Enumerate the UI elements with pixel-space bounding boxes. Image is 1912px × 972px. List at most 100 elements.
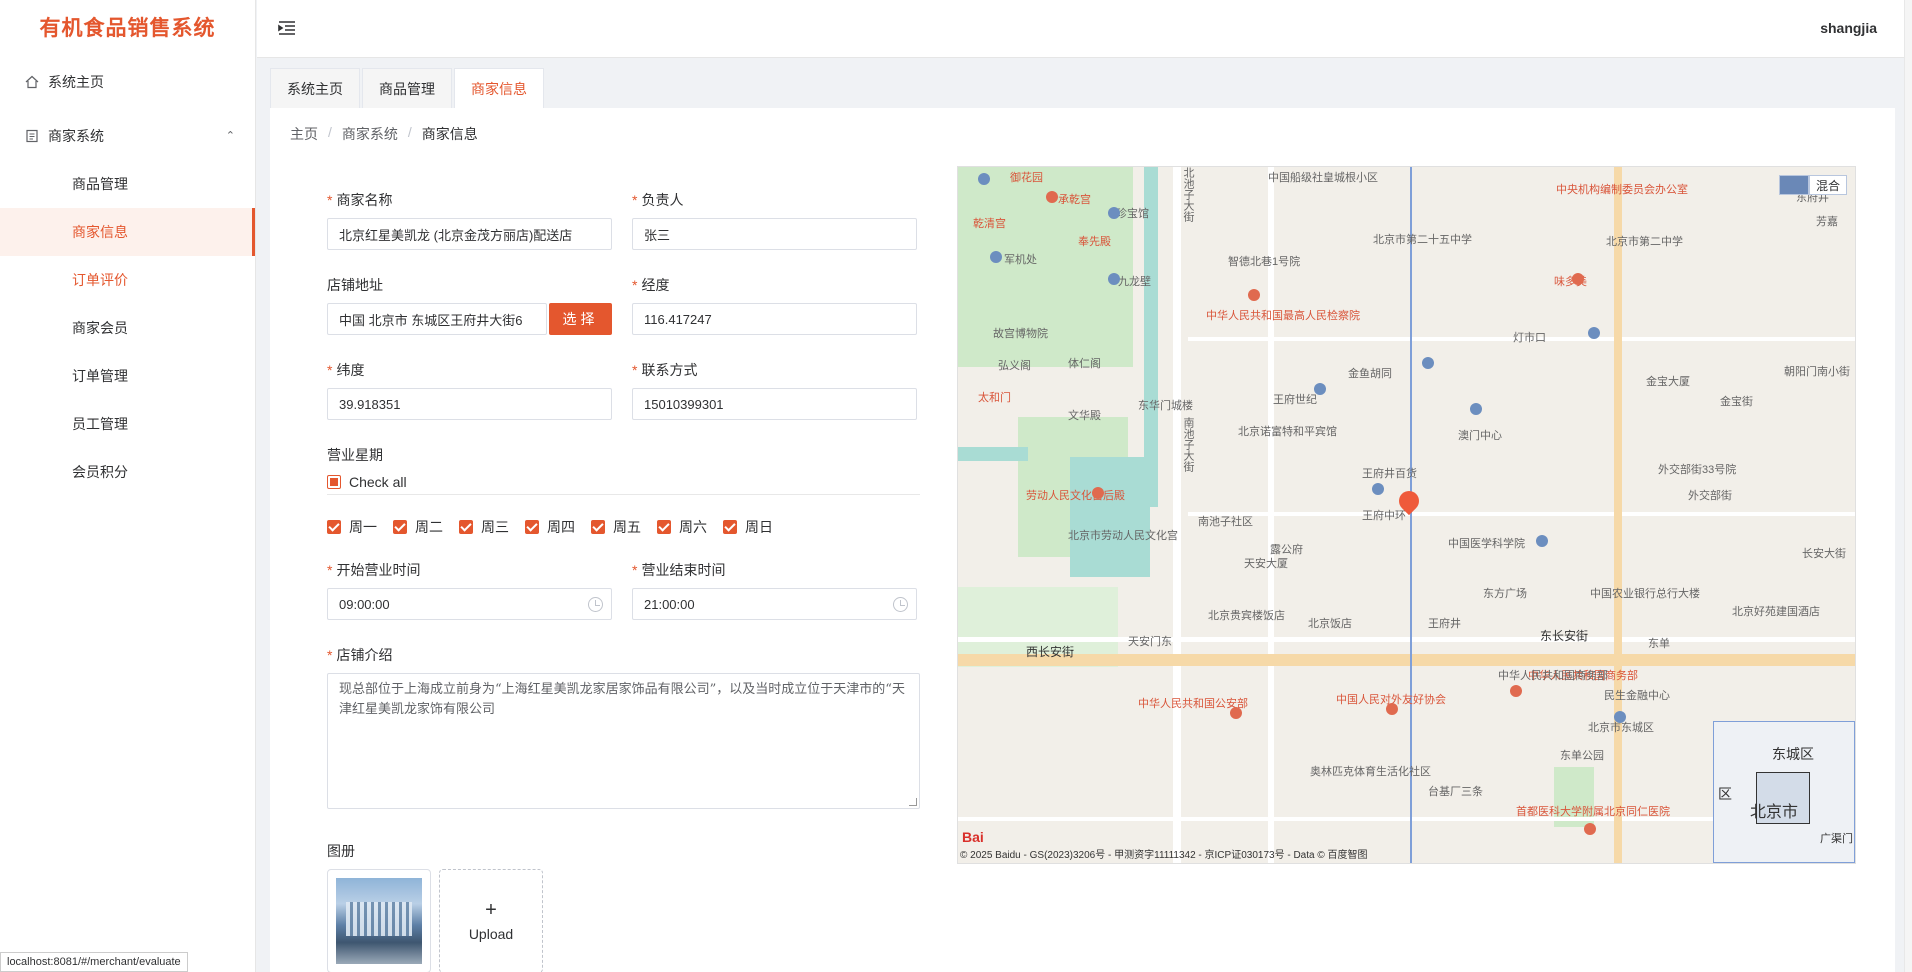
sidebar-item-staff[interactable]: 员工管理 — [0, 400, 255, 448]
weekday-checkbox[interactable]: 周二 — [393, 517, 443, 537]
map-label: 长安大街 — [1802, 548, 1846, 560]
map-type-control[interactable]: 混合 — [1778, 175, 1847, 195]
sidebar-item-label: 订单管理 — [72, 368, 128, 384]
breadcrumb-home[interactable]: 主页 — [290, 124, 318, 144]
upload-button[interactable]: + Upload — [439, 869, 543, 972]
breadcrumb-merchant-system[interactable]: 商家系统 — [342, 124, 398, 144]
map-label: 南池子社区 — [1198, 516, 1253, 528]
longitude-input[interactable]: 116.417247 — [632, 303, 917, 335]
map-poi-icon[interactable] — [1092, 487, 1104, 499]
map[interactable]: 御花园 承乾宫 乾清宫 珍宝馆 奉先殿 军机处 九龙壁 故宫博物院 弘义阁 体仁… — [957, 166, 1856, 864]
contact-label: 联系方式 — [641, 362, 698, 378]
map-label: 北池子大街 — [1182, 167, 1194, 222]
map-label: 民生金融中心 — [1604, 690, 1670, 702]
map-label: 灯市口 — [1513, 332, 1546, 344]
overview-label: 区 — [1718, 786, 1732, 802]
map-label: 中国船级社皇城根小区 — [1268, 172, 1378, 184]
map-label: 奥林匹克体育生活化社区 — [1310, 766, 1431, 778]
map-poi-icon[interactable] — [1572, 273, 1584, 285]
user-name[interactable]: shangjia — [1820, 20, 1877, 36]
map-label: 朝阳门南小街 — [1784, 366, 1850, 378]
check-all-checkbox[interactable]: Check all — [327, 474, 407, 490]
sidebar-item-products[interactable]: 商品管理 — [0, 160, 255, 208]
map-poi-icon[interactable] — [1372, 483, 1384, 495]
weekday-checkbox[interactable]: 周四 — [525, 517, 575, 537]
sidebar-item-member-points[interactable]: 会员积分 — [0, 448, 255, 496]
owner-input[interactable]: 张三 — [632, 218, 917, 250]
map-type-satellite[interactable] — [1778, 175, 1809, 195]
tab-home[interactable]: 系统主页 — [270, 68, 360, 108]
tab-merchant-info[interactable]: 商家信息 — [454, 68, 544, 108]
map-label: 外交部街33号院 — [1658, 464, 1737, 476]
weekday-checkbox[interactable]: 周一 — [327, 517, 377, 537]
address-field: 店铺地址 中国 北京市 东城区王府井大街6 选择 — [327, 275, 612, 335]
map-label: 金宝街 — [1720, 396, 1753, 408]
map-label: 西长安街 — [1026, 645, 1075, 659]
map-label: 金鱼胡同 — [1348, 368, 1392, 380]
weekday-checkbox[interactable]: 周六 — [657, 517, 707, 537]
map-overview[interactable]: 东城区 北京市 区 广渠门 — [1713, 721, 1855, 863]
map-poi-icon[interactable] — [990, 251, 1002, 263]
map-label: 南池子大街 — [1182, 417, 1194, 472]
map-poi-icon[interactable] — [1046, 191, 1058, 203]
map-poi-icon[interactable] — [1470, 403, 1482, 415]
map-label: 东华门城楼 — [1138, 400, 1193, 412]
map-poi-icon[interactable] — [1108, 273, 1120, 285]
map-poi-icon[interactable] — [1584, 823, 1596, 835]
open-time-input[interactable]: 09:00:00 — [327, 588, 612, 620]
map-poi-icon[interactable] — [1314, 383, 1326, 395]
map-poi-icon[interactable] — [1588, 327, 1600, 339]
map-poi-icon[interactable] — [1248, 289, 1260, 301]
sidebar-item-merchant-members[interactable]: 商家会员 — [0, 304, 255, 352]
sidebar-item-merchant-info[interactable]: 商家信息 — [0, 208, 255, 256]
shop-name-input[interactable]: 北京红星美凯龙 (北京金茂方丽店)配送店 — [327, 218, 612, 250]
map-poi-icon[interactable] — [1422, 357, 1434, 369]
contact-field: * 联系方式 15010399301 — [632, 360, 917, 420]
intro-textarea[interactable]: 现总部位于上海成立前身为“上海红星美凯龙家居家饰品有限公司”，以及当时成立位于天… — [327, 673, 920, 809]
sidebar-item-order-reviews[interactable]: 订单评价 — [0, 256, 255, 304]
map-label: 东单 — [1648, 638, 1670, 650]
sidebar-item-home[interactable]: 系统主页 — [0, 58, 255, 106]
map-poi-icon[interactable] — [978, 173, 990, 185]
map-label: 中央机构编制委员会办公室 — [1556, 184, 1688, 196]
overview-label: 东城区 — [1772, 746, 1814, 762]
select-address-button[interactable]: 选择 — [549, 303, 612, 335]
map-type-hybrid[interactable]: 混合 — [1808, 175, 1847, 195]
map-poi-icon[interactable] — [1108, 207, 1120, 219]
map-poi-icon[interactable] — [1614, 711, 1626, 723]
latitude-input[interactable]: 39.918351 — [327, 388, 612, 420]
album-label: 图册 — [327, 843, 355, 859]
tab-products[interactable]: 商品管理 — [362, 68, 452, 108]
home-icon — [24, 74, 40, 90]
map-label: 东长安街 — [1540, 629, 1589, 643]
latitude-field: * 纬度 39.918351 — [327, 360, 612, 420]
overview-label: 北京市 — [1750, 804, 1799, 821]
page-scrollbar[interactable] — [1904, 0, 1912, 972]
album-thumbnail[interactable] — [327, 869, 431, 972]
contact-input[interactable]: 15010399301 — [632, 388, 917, 420]
map-water — [958, 447, 1028, 461]
sidebar-item-orders[interactable]: 订单管理 — [0, 352, 255, 400]
map-poi-icon[interactable] — [1536, 535, 1548, 547]
map-poi-icon[interactable] — [1510, 685, 1522, 697]
close-time-input[interactable]: 21:00:00 — [632, 588, 917, 620]
map-label: 御花园 — [1010, 172, 1043, 184]
check-all: Check all — [327, 474, 423, 492]
weekday-checkbox[interactable]: 周三 — [459, 517, 509, 537]
map-copyright: © 2025 Baidu - GS(2023)3206号 - 甲测资字11111… — [960, 850, 1368, 861]
map-label: 外交部街 — [1688, 490, 1732, 502]
sidebar-item-merchant-system[interactable]: 商家系统 ⌃ — [0, 112, 255, 160]
resize-handle[interactable] — [909, 798, 917, 806]
check-all-label: Check all — [349, 474, 407, 490]
address-input[interactable]: 中国 北京市 东城区王府井大街6 — [327, 303, 547, 335]
map-label: 珍宝馆 — [1116, 208, 1149, 220]
map-label: 北京市劳动人民文化宫 — [1068, 530, 1178, 542]
weekday-checkbox[interactable]: 周日 — [723, 517, 773, 537]
map-major-road — [958, 654, 1855, 666]
map-label: 承乾宫 — [1058, 194, 1091, 206]
map-poi-icon[interactable] — [1386, 703, 1398, 715]
map-poi-icon[interactable] — [1230, 707, 1242, 719]
breadcrumb-separator: / — [328, 124, 332, 140]
collapse-menu-icon[interactable] — [277, 18, 299, 40]
weekday-checkbox[interactable]: 周五 — [591, 517, 641, 537]
